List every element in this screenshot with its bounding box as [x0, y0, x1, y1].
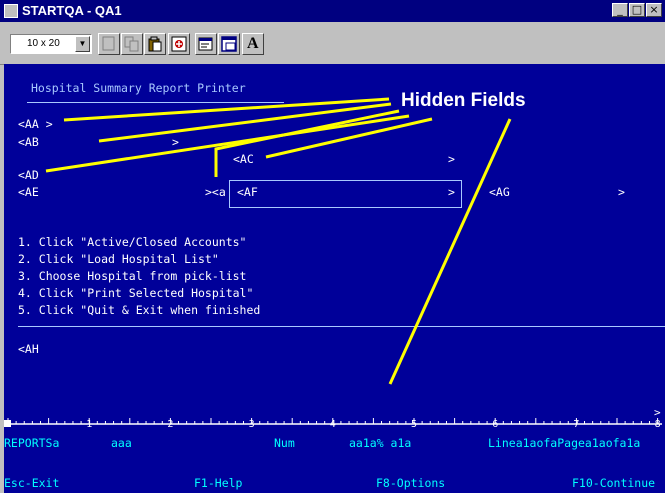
- ruler-digit: 7: [573, 419, 579, 430]
- ruler-digit: 3: [249, 419, 255, 430]
- status-num: Num: [274, 436, 295, 450]
- window-titlebar[interactable]: STARTQA - QA1 _ □ ×: [0, 0, 665, 22]
- minimize-icon[interactable]: _: [612, 3, 628, 17]
- ruler-right-mark: >: [654, 406, 661, 419]
- window-title: STARTQA - QA1: [22, 3, 122, 18]
- transfer-icon: [171, 36, 187, 52]
- font-A-icon: A: [247, 35, 259, 52]
- app-icon[interactable]: [4, 4, 18, 18]
- ruler-digit: 4: [330, 419, 336, 430]
- status-field4: aa1a% a1a: [349, 436, 412, 450]
- ruler-digit: 1: [86, 419, 92, 430]
- font-size-select[interactable]: 10 x 20 ▼: [10, 34, 92, 54]
- window-icon: [221, 36, 237, 52]
- maximize-icon[interactable]: □: [629, 3, 645, 17]
- paste-icon: [148, 36, 162, 52]
- paste-button[interactable]: [144, 33, 166, 55]
- ruler-start-mark: [4, 420, 11, 427]
- status-field2: aaa: [111, 436, 132, 450]
- f8-options-key[interactable]: F8-Options: [376, 476, 445, 490]
- properties-icon: [198, 37, 213, 51]
- close-icon[interactable]: ×: [646, 3, 662, 17]
- column-ruler: > 1 2 3 4 5 6 7 8: [4, 406, 662, 430]
- blank-doc-button[interactable]: [98, 33, 120, 55]
- properties-button[interactable]: [195, 33, 217, 55]
- font-size-value: 10 x 20: [27, 38, 60, 49]
- status-line-page: Linea1aofaPagea1aofa1a: [488, 436, 641, 450]
- toolbar: 10 x 20 ▼ A: [0, 22, 665, 65]
- window-button[interactable]: [218, 33, 240, 55]
- chevron-down-icon[interactable]: ▼: [75, 36, 90, 52]
- transfer-button[interactable]: [168, 33, 190, 55]
- ruler-digit: 6: [492, 419, 498, 430]
- f1-help-key[interactable]: F1-Help: [194, 476, 242, 490]
- blank-doc-icon: [102, 36, 115, 51]
- esc-exit-key[interactable]: Esc-Exit: [4, 476, 59, 490]
- ruler-digit: 2: [167, 419, 173, 430]
- font-button[interactable]: A: [242, 33, 264, 55]
- f10-continue-key[interactable]: F10-Continue: [572, 476, 655, 490]
- copy-icon: [124, 36, 139, 52]
- ruler-digit: 5: [411, 419, 417, 430]
- ruler-digit: 8: [655, 419, 661, 430]
- terminal-screen[interactable]: Hospital Summary Report Printer <AA > <A…: [4, 64, 665, 493]
- callout-line-ah: [388, 118, 512, 385]
- status-app: REPORTSa: [4, 436, 60, 450]
- copy-button[interactable]: [121, 33, 143, 55]
